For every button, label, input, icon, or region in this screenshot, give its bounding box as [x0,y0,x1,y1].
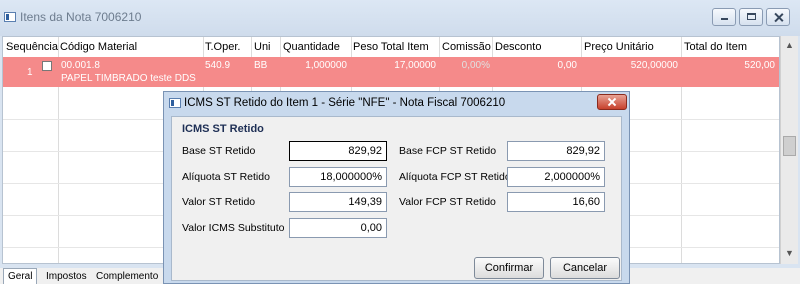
scroll-up-icon[interactable]: ▲ [785,40,794,50]
aliq-st-label: Alíquota ST Retido [182,171,270,183]
row-sequence: 1 [27,67,33,78]
cancel-button[interactable]: Cancelar [550,257,620,279]
column-header-comissao[interactable]: Comissão [442,41,491,53]
icms-st-dialog: ICMS ST Retido do Item 1 - Série "NFE" -… [163,91,630,284]
tab-complemento[interactable]: Complemento [96,271,158,282]
dialog-close-button[interactable] [597,94,627,110]
column-header-uni[interactable]: Uni [254,41,271,53]
scroll-down-icon[interactable]: ▼ [785,248,794,258]
base-st-field[interactable]: 829,92 [289,141,387,161]
aliq-fcp-label: Alíquota FCP ST Retido [399,171,511,183]
vertical-scrollbar[interactable]: ▲ ▼ [780,36,798,264]
close-button[interactable] [766,8,790,26]
window-icon [4,12,16,22]
row-uni: BB [254,60,268,71]
row-desconto: 0,00 [557,60,577,71]
valor-st-field[interactable]: 149,39 [289,192,387,212]
aliq-fcp-field[interactable]: 2,000000% [507,167,605,187]
tab-impostos[interactable]: Impostos [46,271,87,282]
confirm-button[interactable]: Confirmar [474,257,544,279]
row-code: 00.001.8 [61,60,100,71]
column-header-desconto[interactable]: Desconto [495,41,541,53]
base-fcp-label: Base FCP ST Retido [399,145,497,157]
row-preco: 520,00000 [630,60,678,71]
row-toper: 540.9 [205,60,231,71]
column-header-codigo[interactable]: Código Material [60,41,137,53]
row-quantidade: 1,000000 [305,60,347,71]
window-title: Itens da Nota 7006210 [20,10,142,24]
dialog-body: ICMS ST Retido Base ST Retido 829,92 Bas… [171,116,622,281]
minimize-button[interactable] [712,8,736,26]
valor-fcp-field[interactable]: 16,60 [507,192,605,212]
row-checkbox[interactable] [42,61,52,71]
column-header-peso[interactable]: Peso Total Item [353,41,429,53]
scroll-thumb[interactable] [783,136,796,156]
group-title: ICMS ST Retido [182,123,264,135]
maximize-button[interactable] [739,8,763,26]
column-header-sequencia[interactable]: Sequência [6,41,58,53]
dialog-icon [169,98,181,108]
valor-fcp-label: Valor FCP ST Retido [399,196,496,208]
row-peso: 17,00000 [394,60,436,71]
dialog-title: ICMS ST Retido do Item 1 - Série "NFE" -… [184,97,506,109]
valor-st-label: Valor ST Retido [182,196,256,208]
table-row[interactable]: 1 00.001.8 PAPEL TIMBRADO teste DDS 540.… [3,57,779,87]
grid-header: Sequência Código Material T.Oper. Uni Qu… [3,37,779,58]
row-total: 520,00 [744,60,775,71]
aliq-st-field[interactable]: 18,000000% [289,167,387,187]
base-fcp-field[interactable]: 829,92 [507,141,605,161]
column-header-preco[interactable]: Preço Unitário [584,41,654,53]
row-comissao: 0,00% [461,60,490,71]
valor-icms-sub-label: Valor ICMS Substituto [182,222,285,234]
column-header-toper[interactable]: T.Oper. [205,41,240,53]
column-header-quantidade[interactable]: Quantidade [283,41,340,53]
title-bar: Itens da Nota 7006210 [0,0,800,36]
dialog-title-bar: ICMS ST Retido do Item 1 - Série "NFE" -… [164,92,629,114]
tab-geral[interactable]: Geral [3,268,38,284]
valor-icms-sub-field[interactable]: 0,00 [289,218,387,238]
column-header-total[interactable]: Total do Item [684,41,747,53]
row-description: PAPEL TIMBRADO teste DDS [61,73,196,84]
base-st-label: Base ST Retido [182,145,256,157]
